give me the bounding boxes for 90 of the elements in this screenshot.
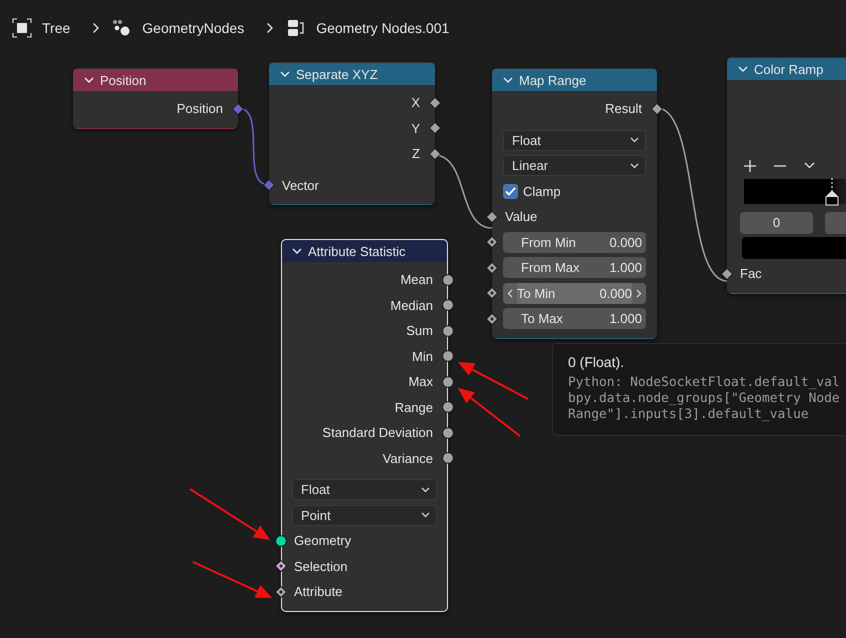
chevron-down-icon[interactable] xyxy=(292,248,302,254)
chevron-down-icon[interactable] xyxy=(738,66,748,72)
circle-socket-icon[interactable] xyxy=(442,324,454,337)
number-field[interactable]: To Max 1.000 xyxy=(503,308,646,330)
dropdown[interactable]: Linear xyxy=(503,155,646,176)
dropdown[interactable]: Point xyxy=(292,504,437,526)
number-field[interactable]: From Max 1.000 xyxy=(503,257,646,278)
node-tree-icon xyxy=(286,18,306,38)
socket-label: Mean xyxy=(400,272,433,288)
checkbox[interactable] xyxy=(503,184,518,199)
diamond-socket-icon[interactable] xyxy=(721,268,733,280)
socket-label: Vector xyxy=(282,178,319,193)
diamond-socket-icon[interactable] xyxy=(275,560,287,572)
socket-label: Result xyxy=(605,101,642,116)
annotation-arrow xyxy=(458,388,521,437)
socket-label: Standard Deviation xyxy=(322,425,433,440)
circle-socket-icon[interactable] xyxy=(442,426,454,439)
socket-label: Min xyxy=(412,348,433,364)
diamond-socket-icon[interactable] xyxy=(429,96,441,109)
remove-icon[interactable] xyxy=(774,164,786,167)
diamond-socket-icon[interactable] xyxy=(486,287,498,300)
dropdown[interactable]: Float xyxy=(503,130,646,151)
circle-socket-icon[interactable] xyxy=(442,299,454,312)
add-icon[interactable] xyxy=(744,160,756,172)
chevron-down-icon[interactable] xyxy=(280,70,290,78)
socket-label: X xyxy=(411,95,420,110)
node-background[interactable] xyxy=(281,239,448,612)
diamond-socket-icon[interactable] xyxy=(651,102,663,115)
breadcrumb-item[interactable]: Tree xyxy=(42,20,70,36)
tooltip-text: Python: NodeSocketFloat.default_val xyxy=(568,375,840,391)
diamond-socket-icon[interactable] xyxy=(429,122,441,134)
socket-label: Range xyxy=(394,400,433,415)
frame-icon xyxy=(12,18,32,38)
node-title: Separate XYZ xyxy=(296,66,378,82)
node-title: Attribute Statistic xyxy=(308,244,406,258)
chevron-down-icon xyxy=(421,486,430,493)
node-background[interactable] xyxy=(269,62,435,205)
node-title: Map Range xyxy=(519,72,586,88)
socket-label: Sum xyxy=(406,323,433,338)
chevron-down-icon xyxy=(421,512,430,518)
socket-label: Fac xyxy=(740,266,762,282)
socket-label: Variance xyxy=(382,450,433,466)
number-field[interactable]: To Min 0.000 xyxy=(503,282,646,304)
chevron-down-icon xyxy=(630,162,639,169)
node-background[interactable] xyxy=(73,68,238,128)
tooltip-text: Range"].inputs[3].default_value xyxy=(568,407,809,423)
socket-label: Selection xyxy=(294,558,348,574)
socket-label: Z xyxy=(412,146,420,162)
socket-label: Max xyxy=(408,374,433,390)
chevron-down-icon[interactable] xyxy=(84,76,94,84)
annotation-arrow xyxy=(458,362,528,400)
color-stop-handle[interactable] xyxy=(824,176,840,206)
socket-label: Y xyxy=(411,120,420,136)
circle-socket-icon[interactable] xyxy=(442,401,454,414)
checkbox-label: Clamp xyxy=(523,184,561,199)
socket-label: Position xyxy=(176,101,223,116)
chevron-down-icon[interactable] xyxy=(503,76,513,84)
circle-socket-icon[interactable] xyxy=(442,350,454,362)
breadcrumb-item[interactable]: GeometryNodes xyxy=(142,20,244,36)
chevron-down-icon[interactable] xyxy=(804,162,815,170)
node-title: Color Ramp xyxy=(754,62,824,76)
diamond-socket-icon[interactable] xyxy=(275,586,287,598)
arrow-right-icon[interactable] xyxy=(636,288,642,298)
socket-label: Attribute xyxy=(294,584,342,600)
socket-label: Value xyxy=(505,209,538,224)
diamond-socket-icon[interactable] xyxy=(232,102,244,115)
diamond-socket-icon[interactable] xyxy=(486,312,498,325)
number-field[interactable]: From Min 0.000 xyxy=(503,232,646,253)
dropdown[interactable]: Float xyxy=(292,479,437,500)
socket-label: Geometry xyxy=(294,533,352,548)
chevron-right-icon xyxy=(92,22,100,34)
diamond-socket-icon[interactable] xyxy=(486,262,498,274)
socket-label: Median xyxy=(390,298,433,313)
node-title: Position xyxy=(100,72,146,88)
circle-socket-icon[interactable] xyxy=(275,534,287,547)
chevron-down-icon xyxy=(630,137,639,144)
diamond-socket-icon[interactable] xyxy=(263,179,275,192)
diamond-socket-icon[interactable] xyxy=(429,148,441,160)
chevron-right-icon xyxy=(266,22,274,34)
circle-socket-icon[interactable] xyxy=(442,452,454,464)
diamond-socket-icon[interactable] xyxy=(486,210,498,223)
tooltip-title: 0 (Float). xyxy=(568,354,624,370)
circle-socket-icon[interactable] xyxy=(442,274,454,286)
arrow-left-icon[interactable] xyxy=(507,288,513,298)
breadcrumb-item[interactable]: Geometry Nodes.001 xyxy=(316,20,450,36)
circle-socket-icon[interactable] xyxy=(442,376,454,388)
dots-icon xyxy=(112,18,132,38)
tooltip-text: bpy.data.node_groups["Geometry Node xyxy=(568,391,840,407)
diamond-socket-icon[interactable] xyxy=(486,236,498,248)
number-field[interactable]: 0 xyxy=(740,212,813,234)
